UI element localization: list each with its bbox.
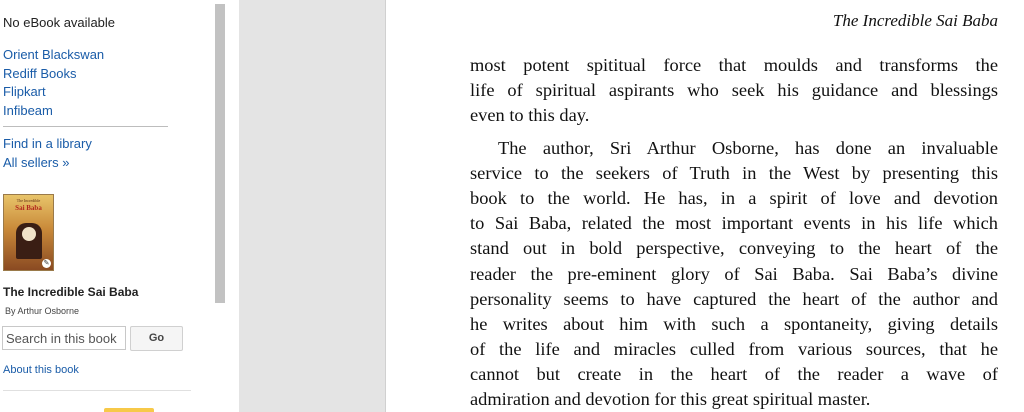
cover-top-text: The Incredible (16, 198, 41, 203)
action-button[interactable] (104, 408, 154, 412)
text-line: cannot but create in the heart of the re… (470, 364, 998, 385)
divider (3, 126, 168, 127)
text-line: personality seems to have captured the h… (470, 288, 998, 309)
viewer-gutter (239, 0, 386, 412)
all-sellers-link[interactable]: All sellers » (3, 153, 92, 172)
find-links: Find in a library All sellers » (3, 134, 92, 172)
search-in-book-input[interactable] (2, 326, 126, 350)
book-title: The Incredible Sai Baba (3, 285, 139, 299)
sidebar: No eBook available Orient Blackswan Redi… (0, 0, 215, 412)
text-line: book to the world. He has, in a spirit o… (470, 187, 998, 208)
text-line: life of spiritual aspirants who seek his… (470, 80, 998, 101)
text-line: most potent spititual force that moulds … (470, 55, 998, 75)
text-line: even to this day. (470, 105, 590, 126)
text-line: service to the seekers of Truth in the W… (470, 162, 998, 183)
book-cover-thumbnail[interactable]: The Incredible Sai Baba ✎ (3, 194, 54, 271)
text-line: to Sai Baba, related the most important … (470, 213, 998, 234)
seller-link-orient-blackswan[interactable]: Orient Blackswan (3, 46, 104, 65)
text-line: admiration and devotion for this great s… (470, 389, 871, 410)
edit-icon: ✎ (42, 259, 51, 268)
book-author: By Arthur Osborne (5, 306, 80, 316)
about-this-book-link[interactable]: About this book (3, 364, 79, 376)
running-head: The Incredible Sai Baba (832, 11, 998, 30)
cover-face (22, 227, 36, 241)
text-line: he writes about him with such a spontane… (470, 313, 998, 334)
scrollbar-thumb[interactable] (215, 4, 225, 303)
go-button[interactable]: Go (130, 326, 183, 351)
seller-link-rediff-books[interactable]: Rediff Books (3, 65, 104, 84)
seller-link-infibeam[interactable]: Infibeam (3, 102, 104, 121)
seller-list: Orient Blackswan Rediff Books Flipkart I… (3, 46, 104, 120)
text-line: of the life and miracles culled from var… (470, 339, 998, 360)
text-line: reader the pre-eminent glory of Sai Baba… (470, 263, 998, 284)
sidebar-scrollbar[interactable] (215, 0, 239, 412)
page-body-text: most potent spititual force that moulds … (470, 53, 998, 412)
book-page: The Incredible Sai Baba most potent spit… (386, 0, 1024, 412)
no-ebook-label: No eBook available (3, 15, 116, 30)
find-in-library-link[interactable]: Find in a library (3, 134, 92, 153)
seller-link-flipkart[interactable]: Flipkart (3, 83, 104, 102)
divider (3, 390, 191, 391)
cover-big-text: Sai Baba (15, 204, 42, 212)
text-line: stand out in bold perspective, conveying… (470, 238, 998, 259)
text-line: The author, Sri Arthur Osborne, has done… (498, 137, 998, 158)
